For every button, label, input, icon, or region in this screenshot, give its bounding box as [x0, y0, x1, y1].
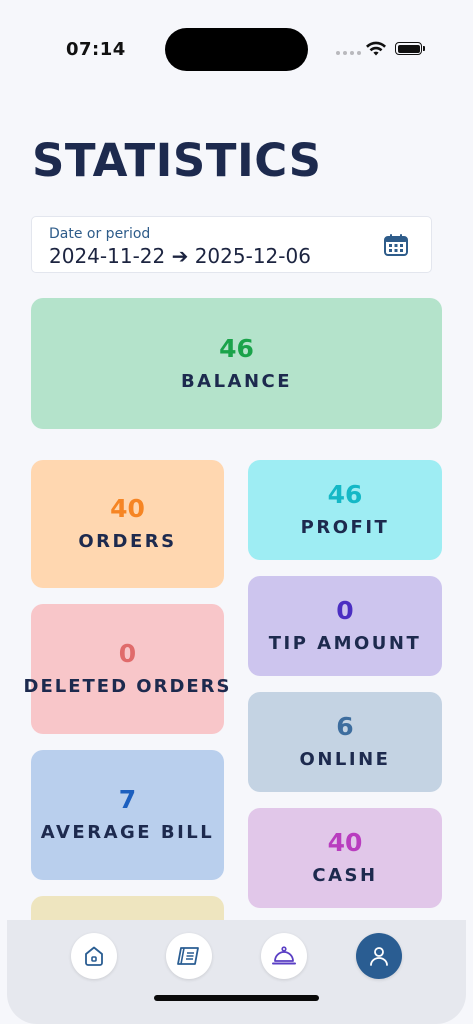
page-title: STATISTICS — [32, 134, 322, 187]
cloche-icon — [272, 946, 296, 965]
date-period-field[interactable]: Date or period 2024-11-22 ➔ 2025-12-06 — [31, 216, 432, 273]
cash-card: 40 CASH — [248, 808, 442, 908]
signal-icon — [336, 51, 361, 55]
tip-amount-label: TIP AMOUNT — [268, 633, 422, 654]
online-label: ONLINE — [299, 749, 391, 770]
balance-value: 46 — [219, 333, 254, 363]
average-bill-label: AVERAGE BILL — [40, 822, 215, 843]
deleted-orders-value: 0 — [118, 639, 137, 668]
bottom-nav — [7, 920, 466, 1024]
date-period-value: 2024-11-22 ➔ 2025-12-06 — [49, 244, 311, 268]
deleted-orders-card: 0 DELETED ORDERS — [24, 604, 230, 734]
profit-value: 46 — [327, 480, 363, 509]
balance-card: 46 BALANCE — [31, 298, 442, 429]
cash-label: CASH — [312, 865, 378, 886]
profit-card: 46 PROFIT — [248, 460, 442, 560]
status-time: 07:14 — [66, 39, 126, 60]
orders-value: 40 — [110, 494, 145, 523]
average-bill-card: 7 AVERAGE BILL — [31, 750, 224, 880]
nav-menu-button[interactable] — [166, 933, 212, 979]
battery-icon — [395, 42, 425, 55]
balance-label: BALANCE — [180, 370, 293, 392]
online-card: 6 ONLINE — [248, 692, 442, 792]
orders-label: ORDERS — [78, 531, 177, 552]
average-bill-value: 7 — [118, 785, 137, 814]
date-period-label: Date or period — [49, 226, 151, 242]
menu-book-icon — [177, 947, 199, 965]
wifi-icon — [366, 41, 386, 56]
nav-orders-button[interactable] — [261, 933, 307, 979]
orders-card: 40 ORDERS — [31, 460, 224, 588]
calendar-icon[interactable] — [384, 234, 408, 256]
profit-label: PROFIT — [300, 517, 390, 538]
user-icon — [370, 947, 388, 966]
tip-amount-card: 0 TIP AMOUNT — [248, 576, 442, 676]
cash-value: 40 — [327, 828, 363, 857]
deleted-orders-label: DELETED ORDERS — [23, 676, 232, 697]
online-value: 6 — [336, 712, 354, 741]
home-indicator — [154, 995, 319, 1001]
dynamic-island — [165, 28, 308, 71]
nav-home-button[interactable] — [71, 933, 117, 979]
status-bar: 07:14 — [0, 0, 473, 90]
tip-amount-value: 0 — [336, 596, 354, 625]
home-icon — [85, 946, 103, 966]
nav-profile-button[interactable] — [356, 933, 402, 979]
